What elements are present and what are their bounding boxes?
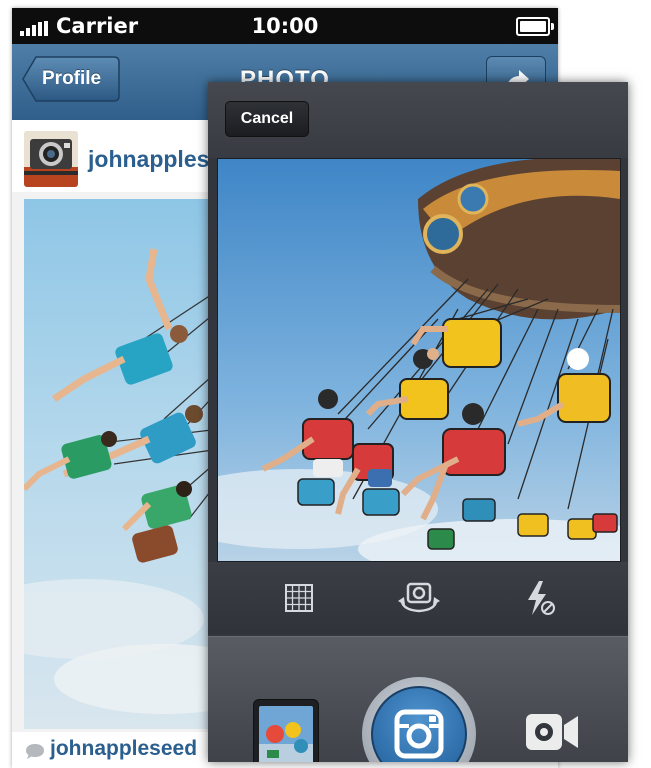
status-bar: Carrier 10:00 [12, 8, 558, 44]
status-time: 10:00 [251, 14, 319, 38]
gallery-thumbnail [259, 706, 313, 762]
camera-tools-bar [208, 562, 628, 634]
comment-icon [26, 744, 44, 759]
post-username[interactable]: johnapplesc [88, 146, 222, 173]
camera-flip-icon [398, 582, 440, 613]
battery-icon [516, 17, 554, 36]
caption-username[interactable]: johnappleseed [50, 737, 197, 761]
shutter-inner [371, 686, 467, 762]
grid-icon [285, 584, 313, 612]
cancel-button[interactable]: Cancel [225, 101, 309, 137]
flash-off-icon [528, 581, 555, 615]
camera-bottom-bar [208, 636, 628, 762]
grid-button[interactable] [279, 578, 319, 618]
camera-viewfinder[interactable] [217, 158, 621, 562]
video-mode-button[interactable] [524, 711, 580, 758]
camera-screen: Cancel [208, 82, 628, 762]
avatar[interactable] [24, 131, 78, 187]
gallery-button[interactable] [253, 699, 319, 762]
instagram-camera-icon [394, 709, 444, 759]
video-camera-icon [526, 714, 578, 750]
flash-button[interactable] [519, 578, 559, 618]
post-photo[interactable] [24, 199, 220, 729]
flip-camera-button[interactable] [396, 578, 442, 618]
shutter-button[interactable] [362, 677, 476, 762]
camera-top-bar: Cancel [208, 82, 628, 158]
